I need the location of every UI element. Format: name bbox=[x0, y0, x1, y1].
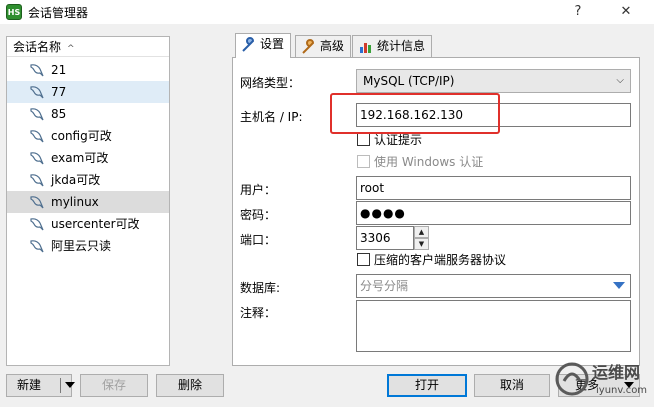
new-session-label: 新建 bbox=[17, 378, 42, 392]
comment-textarea[interactable] bbox=[356, 300, 631, 352]
session-item[interactable]: usercenter可改 bbox=[7, 213, 169, 235]
database-label: 数据库: bbox=[240, 281, 281, 295]
watermark: 运维网 iyunv.com bbox=[554, 357, 654, 405]
split-divider bbox=[60, 378, 61, 393]
session-item-label: 21 bbox=[51, 63, 67, 77]
window-title: 会话管理器 bbox=[28, 6, 89, 20]
session-item-label: 85 bbox=[51, 107, 67, 121]
open-button[interactable]: 打开 bbox=[387, 374, 467, 397]
comment-label: 注释： bbox=[240, 306, 277, 320]
tab-settings[interactable]: 设置 bbox=[235, 33, 292, 58]
session-item[interactable]: 阿里云只读 bbox=[7, 235, 169, 257]
session-item-label: 阿里云只读 bbox=[51, 239, 112, 253]
user-label: 用户： bbox=[240, 183, 277, 197]
session-item[interactable]: 77 bbox=[7, 81, 169, 103]
database-placeholder: 分号分隔 bbox=[360, 279, 409, 293]
password-label: 密码： bbox=[240, 208, 277, 222]
mysql-dolphin-icon bbox=[30, 240, 44, 253]
tab-statistics[interactable]: 统计信息 bbox=[352, 35, 433, 57]
session-item-label: 77 bbox=[51, 85, 67, 99]
mysql-dolphin-icon bbox=[30, 174, 44, 187]
session-item[interactable]: config可改 bbox=[7, 125, 169, 147]
port-decrement-button[interactable]: ▼ bbox=[414, 238, 429, 250]
windows-auth-label: 使用 Windows 认证 bbox=[374, 155, 484, 169]
mysql-dolphin-icon bbox=[30, 152, 44, 165]
chevron-down-icon[interactable] bbox=[65, 382, 75, 388]
bar-chart-icon bbox=[360, 43, 371, 53]
heidisql-app-icon: HS bbox=[6, 4, 22, 20]
title-bar: HS 会话管理器 ? ✕ bbox=[0, 0, 654, 24]
session-item[interactable]: 21 bbox=[7, 59, 169, 81]
mysql-dolphin-icon bbox=[30, 108, 44, 121]
session-item[interactable]: mylinux bbox=[7, 191, 169, 213]
host-label: 主机名 / IP: bbox=[240, 110, 303, 124]
session-list-header-label: 会话名称 bbox=[13, 40, 62, 54]
session-item[interactable]: 85 bbox=[7, 103, 169, 125]
mysql-dolphin-icon bbox=[30, 130, 44, 143]
watermark-url: iyunv.com bbox=[596, 385, 648, 396]
auth-prompt-checkbox[interactable] bbox=[357, 133, 370, 146]
port-increment-button[interactable]: ▲ bbox=[414, 226, 429, 238]
help-button[interactable]: ? bbox=[568, 2, 588, 22]
close-button[interactable]: ✕ bbox=[616, 2, 636, 22]
delete-button[interactable]: 删除 bbox=[156, 374, 224, 397]
sort-ascending-icon: ^ bbox=[67, 44, 75, 54]
chevron-down-icon: ⌵ bbox=[616, 75, 624, 86]
compress-protocol-label: 压缩的客户端服务器协议 bbox=[374, 253, 507, 267]
mysql-dolphin-icon bbox=[30, 196, 44, 209]
network-type-label: 网络类型： bbox=[240, 76, 301, 90]
session-item-label: exam可改 bbox=[51, 151, 109, 165]
port-input[interactable]: 3306 bbox=[356, 226, 414, 250]
port-label: 端口： bbox=[240, 233, 277, 247]
windows-auth-checkbox[interactable] bbox=[357, 155, 370, 168]
session-item-label: config可改 bbox=[51, 129, 112, 143]
host-input[interactable]: 192.168.162.130 bbox=[356, 103, 631, 127]
session-list-header[interactable]: 会话名称 ^ bbox=[7, 37, 169, 57]
tab-settings-label: 设置 bbox=[260, 37, 285, 51]
network-type-select[interactable]: MySQL (TCP/IP) ⌵ bbox=[356, 69, 631, 93]
save-button[interactable]: 保存 bbox=[80, 374, 148, 397]
tab-statistics-label: 统计信息 bbox=[377, 39, 426, 53]
dropdown-arrow-icon[interactable] bbox=[613, 282, 625, 289]
mysql-dolphin-icon bbox=[30, 86, 44, 99]
auth-prompt-label: 认证提示 bbox=[374, 133, 423, 147]
cancel-button[interactable]: 取消 bbox=[474, 374, 550, 397]
watermark-text: 运维网 bbox=[592, 363, 641, 382]
watermark-logo-icon bbox=[555, 362, 589, 396]
session-item-label: jkda可改 bbox=[51, 173, 101, 187]
mysql-dolphin-icon bbox=[30, 218, 44, 231]
session-item[interactable]: exam可改 bbox=[7, 147, 169, 169]
wrench-icon bbox=[302, 39, 315, 54]
new-session-button[interactable]: 新建 bbox=[6, 374, 75, 397]
session-item[interactable]: jkda可改 bbox=[7, 169, 169, 191]
compress-protocol-checkbox[interactable] bbox=[357, 253, 370, 266]
network-type-value: MySQL (TCP/IP) bbox=[363, 74, 455, 88]
wrench-icon bbox=[242, 37, 255, 52]
session-item-label: mylinux bbox=[51, 195, 99, 209]
password-input[interactable]: ●●●● bbox=[356, 201, 631, 225]
tab-advanced-label: 高级 bbox=[320, 39, 345, 53]
tab-advanced[interactable]: 高级 bbox=[295, 35, 352, 57]
database-input[interactable]: 分号分隔 bbox=[356, 274, 631, 298]
session-item-label: usercenter可改 bbox=[51, 217, 140, 231]
mysql-dolphin-icon bbox=[30, 64, 44, 77]
user-input[interactable]: root bbox=[356, 176, 631, 200]
